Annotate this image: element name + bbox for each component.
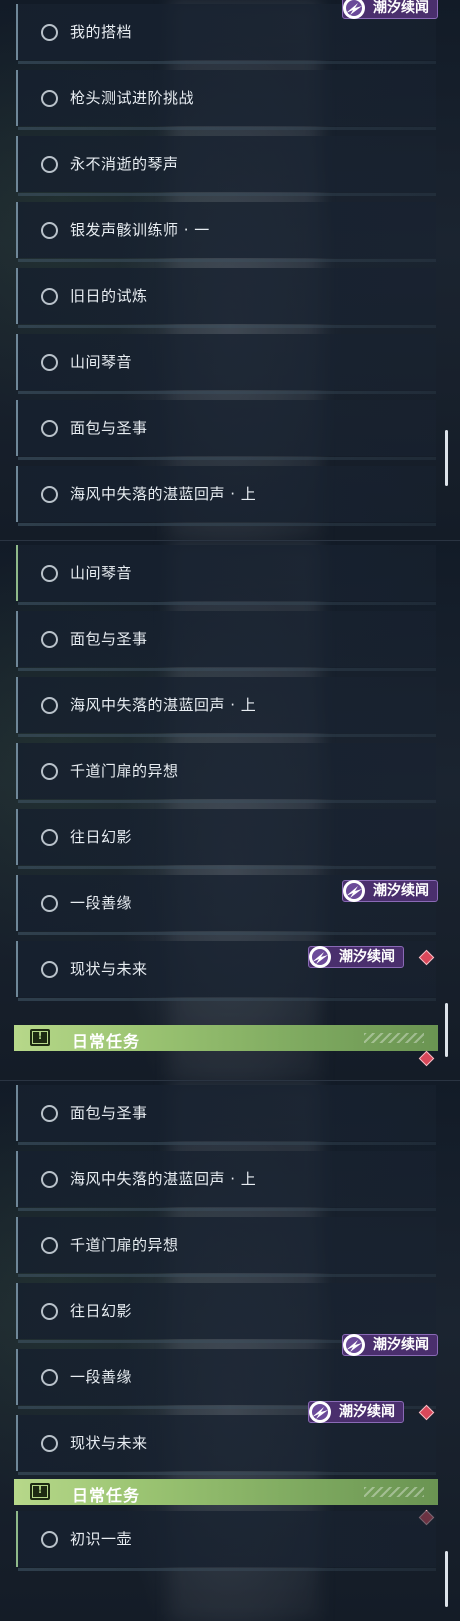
quest-title: 往日幻影 — [70, 1302, 133, 1320]
quest-title: 枪头测试进阶挑战 — [70, 89, 195, 107]
badge-label: 潮汐续闻 — [339, 1404, 395, 1420]
daily-quest-item[interactable]: 初识一壶 — [16, 1511, 436, 1571]
quest-title: 初识一壶 — [70, 1530, 133, 1548]
quest-title: 面包与圣事 — [70, 419, 148, 437]
quest-status-circle-icon — [41, 420, 58, 437]
quest-status-circle-icon — [41, 763, 58, 780]
quest-item[interactable]: 枪头测试进阶挑战 — [16, 70, 436, 130]
daily-tasks-title: 日常任务 — [72, 1486, 141, 1505]
quest-item[interactable]: 一段善缘 — [16, 1349, 436, 1409]
quest-title: 山间琴音 — [70, 564, 133, 582]
decorative-stripes — [364, 1487, 424, 1497]
badge-label: 潮汐续闻 — [373, 0, 429, 16]
scrollbar-thumb[interactable] — [445, 430, 448, 486]
quest-title: 我的搭档 — [70, 23, 133, 41]
quest-title: 一段善缘 — [70, 894, 133, 912]
quest-item[interactable]: 面包与圣事 — [16, 611, 436, 671]
quest-status-circle-icon — [41, 1369, 58, 1386]
quest-item[interactable]: 面包与圣事 — [16, 1085, 436, 1145]
quest-item[interactable]: 山间琴音 — [16, 334, 436, 394]
tidal-logo-icon — [309, 1401, 331, 1423]
tidal-logo-icon — [343, 880, 365, 902]
quest-item[interactable]: 海风中失落的湛蓝回声 · 上 — [16, 1151, 436, 1211]
scrollbar-thumb[interactable] — [445, 1551, 448, 1607]
quest-status-circle-icon — [41, 90, 58, 107]
quest-title: 千道门扉的异想 — [70, 1236, 179, 1254]
daily-tasks-header[interactable]: ! 日常任务 — [14, 1025, 438, 1051]
quest-status-circle-icon — [41, 1531, 58, 1548]
daily-tasks-title: 日常任务 — [72, 1032, 141, 1051]
tidal-logo-icon — [343, 0, 365, 19]
quest-item[interactable]: 往日幻影 — [16, 809, 436, 869]
quest-status-circle-icon — [41, 829, 58, 846]
quest-item[interactable]: 海风中失落的湛蓝回声 · 上 — [16, 466, 436, 526]
quest-title: 一段善缘 — [70, 1368, 133, 1386]
quest-title: 银发声骸训练师 · 一 — [70, 221, 210, 239]
quest-item[interactable]: 往日幻影 — [16, 1283, 436, 1343]
quest-status-circle-icon — [41, 1105, 58, 1122]
quest-title: 现状与未来 — [70, 960, 148, 978]
decorative-stripes — [364, 1033, 424, 1043]
tidal-news-badge: 潮汐续闻 — [308, 1401, 404, 1423]
quest-list-panel-3: 面包与圣事 海风中失落的湛蓝回声 · 上 千道门扉的异想 往日幻影 一段善缘 现… — [0, 1080, 460, 1621]
alert-diamond-icon — [418, 1050, 435, 1067]
quest-status-circle-icon — [41, 697, 58, 714]
quest-list-panel-2: 山间琴音 面包与圣事 海风中失落的湛蓝回声 · 上 千道门扉的异想 往日幻影 一… — [0, 540, 460, 1081]
badge-label: 潮汐续闻 — [373, 883, 429, 899]
quest-item[interactable]: 千道门扉的异想 — [16, 1217, 436, 1277]
quest-status-circle-icon — [41, 1237, 58, 1254]
tidal-news-badge: 潮汐续闻 — [308, 946, 404, 968]
quest-status-circle-icon — [41, 961, 58, 978]
tidal-news-badge: 潮汐续闻 — [342, 880, 438, 902]
quest-item[interactable]: 千道门扉的异想 — [16, 743, 436, 803]
quest-status-circle-icon — [41, 288, 58, 305]
quest-status-circle-icon — [41, 486, 58, 503]
quest-item[interactable]: 旧日的试炼 — [16, 268, 436, 328]
quest-title: 旧日的试炼 — [70, 287, 148, 305]
quest-status-circle-icon — [41, 156, 58, 173]
quest-status-circle-icon — [41, 631, 58, 648]
tidal-logo-icon — [309, 946, 331, 968]
quest-status-circle-icon — [41, 24, 58, 41]
quest-item[interactable]: 海风中失落的湛蓝回声 · 上 — [16, 677, 436, 737]
quest-title: 永不消逝的琴声 — [70, 155, 179, 173]
quest-item[interactable]: 现状与未来 — [16, 1415, 436, 1475]
quest-status-circle-icon — [41, 565, 58, 582]
quest-title: 海风中失落的湛蓝回声 · 上 — [70, 1170, 257, 1188]
scrollbar-thumb[interactable] — [445, 1003, 448, 1057]
quest-title: 海风中失落的湛蓝回声 · 上 — [70, 696, 257, 714]
quest-list-panel-1: 我的搭档 枪头测试进阶挑战 永不消逝的琴声 银发声骸训练师 · 一 旧日的试炼 … — [0, 0, 460, 540]
quest-title: 千道门扉的异想 — [70, 762, 179, 780]
quest-title: 现状与未来 — [70, 1434, 148, 1452]
quest-status-circle-icon — [41, 354, 58, 371]
exclamation-icon: ! — [30, 1029, 50, 1046]
quest-item[interactable]: 面包与圣事 — [16, 400, 436, 460]
quest-title: 海风中失落的湛蓝回声 · 上 — [70, 485, 257, 503]
quest-status-circle-icon — [41, 1171, 58, 1188]
quest-item[interactable]: 银发声骸训练师 · 一 — [16, 202, 436, 262]
exclamation-icon: ! — [30, 1483, 50, 1500]
quest-title: 山间琴音 — [70, 353, 133, 371]
daily-tasks-header[interactable]: ! 日常任务 — [14, 1479, 438, 1505]
tidal-logo-icon — [343, 1334, 365, 1356]
tidal-news-badge: 潮汐续闻 — [342, 1334, 438, 1356]
quest-status-circle-icon — [41, 1435, 58, 1452]
badge-label: 潮汐续闻 — [339, 949, 395, 965]
badge-label: 潮汐续闻 — [373, 1337, 429, 1353]
quest-item[interactable]: 永不消逝的琴声 — [16, 136, 436, 196]
quest-title: 往日幻影 — [70, 828, 133, 846]
quest-status-circle-icon — [41, 895, 58, 912]
quest-status-circle-icon — [41, 222, 58, 239]
quest-title: 面包与圣事 — [70, 1104, 148, 1122]
quest-title: 面包与圣事 — [70, 630, 148, 648]
tidal-news-badge: 潮汐续闻 — [342, 0, 438, 19]
quest-item[interactable]: 山间琴音 — [16, 545, 436, 605]
quest-status-circle-icon — [41, 1303, 58, 1320]
